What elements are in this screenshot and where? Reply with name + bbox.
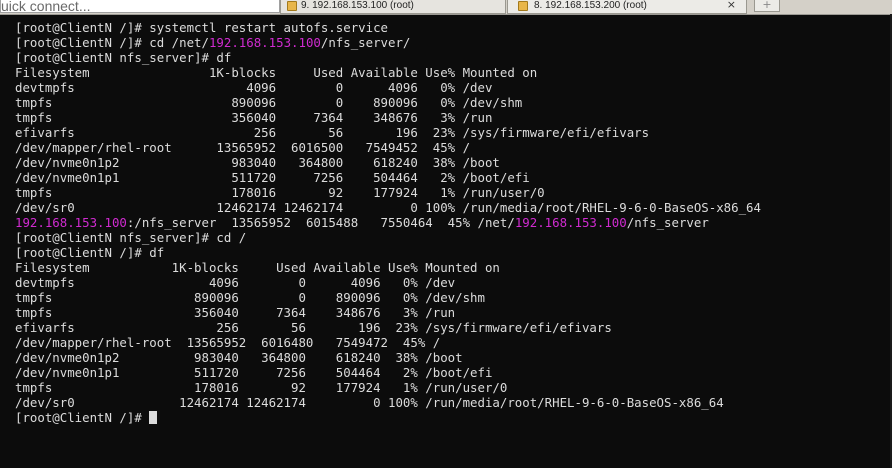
- terminal-text: tmpfs 178016 92 177924 1% /run/user/0: [15, 185, 545, 200]
- terminal-text: [root@ClientN nfs_server]# cd /: [15, 230, 247, 245]
- terminal-text: /dev/nvme0n1p2 983040 364800 618240 38% …: [15, 350, 463, 365]
- terminal-line: [root@ClientN nfs_server]# df: [15, 50, 885, 65]
- terminal-text: /dev/nvme0n1p1 511720 7256 504464 2% /bo…: [15, 170, 530, 185]
- terminal-text: devtmpfs 4096 0 4096 0% /dev: [15, 80, 493, 95]
- terminal-line: /dev/nvme0n1p1 511720 7256 504464 2% /bo…: [15, 170, 885, 185]
- close-icon[interactable]: ×: [727, 0, 736, 10]
- tab-session-8[interactable]: 8. 192.168.153.200 (root) ×: [507, 0, 747, 14]
- ip-address-highlight: 192.168.153.100: [514, 215, 627, 230]
- terminal-text: devtmpfs 4096 0 4096 0% /dev: [15, 275, 456, 290]
- terminal-line: [root@ClientN /]#: [15, 410, 885, 425]
- terminal-line: tmpfs 178016 92 177924 1% /run/user/0: [15, 380, 885, 395]
- lock-icon: [287, 1, 297, 11]
- terminal-text: [root@ClientN /]#: [15, 410, 142, 425]
- terminal-line: /dev/nvme0n1p2 983040 364800 618240 38% …: [15, 155, 885, 170]
- terminal-line: [root@ClientN /]# df: [15, 245, 885, 260]
- terminal-text: /dev/nvme0n1p1 511720 7256 504464 2% /bo…: [15, 365, 493, 380]
- terminal-line: tmpfs 890096 0 890096 0% /dev/shm: [15, 95, 885, 110]
- terminal-line: Filesystem 1K-blocks Used Available Use%…: [15, 65, 885, 80]
- terminal-text: /dev/mapper/rhel-root 13565952 6016480 7…: [15, 335, 441, 350]
- tab-session-9[interactable]: 9. 192.168.153.100 (root): [280, 0, 506, 14]
- ssh-client-window: uick connect... 9. 192.168.153.100 (root…: [0, 0, 892, 468]
- terminal-text: /nfs_server: [626, 215, 709, 230]
- terminal-line: [root@ClientN /]# cd /net/192.168.153.10…: [15, 35, 885, 50]
- ip-address-highlight: 192.168.153.100: [208, 35, 321, 50]
- lock-icon: [518, 1, 528, 11]
- terminal-line: Filesystem 1K-blocks Used Available Use%…: [15, 260, 885, 275]
- terminal-line: /dev/nvme0n1p1 511720 7256 504464 2% /bo…: [15, 365, 885, 380]
- terminal-line: tmpfs 356040 7364 348676 3% /run: [15, 110, 885, 125]
- terminal-line: [root@ClientN /]# systemctl restart auto…: [15, 20, 885, 35]
- terminal-text: tmpfs 356040 7364 348676 3% /run: [15, 110, 493, 125]
- terminal-line: /dev/mapper/rhel-root 13565952 6016500 7…: [15, 140, 885, 155]
- terminal-line: devtmpfs 4096 0 4096 0% /dev: [15, 80, 885, 95]
- quick-connect-input[interactable]: uick connect...: [0, 0, 280, 13]
- terminal-text: /dev/sr0 12462174 12462174 0 100% /run/m…: [15, 200, 761, 215]
- terminal-text: tmpfs 890096 0 890096 0% /dev/shm: [15, 290, 485, 305]
- terminal-text: /dev/nvme0n1p2 983040 364800 618240 38% …: [15, 155, 500, 170]
- terminal-text: Filesystem 1K-blocks Used Available Use%…: [15, 65, 538, 80]
- terminal-text: tmpfs 356040 7364 348676 3% /run: [15, 305, 456, 320]
- terminal-text: efivarfs 256 56 196 23% /sys/firmware/ef…: [15, 125, 650, 140]
- tab-bar: uick connect... 9. 192.168.153.100 (root…: [0, 0, 892, 15]
- terminal-line: /dev/mapper/rhel-root 13565952 6016480 7…: [15, 335, 885, 350]
- terminal-text: efivarfs 256 56 196 23% /sys/firmware/ef…: [15, 320, 612, 335]
- terminal-text: tmpfs 890096 0 890096 0% /dev/shm: [15, 95, 523, 110]
- tab-label: 9. 192.168.153.100 (root): [301, 0, 414, 11]
- terminal-text: /nfs_server/: [320, 35, 411, 50]
- terminal-line: efivarfs 256 56 196 23% /sys/firmware/ef…: [15, 125, 885, 140]
- tab-label: 8. 192.168.153.200 (root): [534, 0, 647, 11]
- terminal-line: devtmpfs 4096 0 4096 0% /dev: [15, 275, 885, 290]
- terminal-line: /dev/sr0 12462174 12462174 0 100% /run/m…: [15, 200, 885, 215]
- terminal-text: [root@ClientN nfs_server]# df: [15, 50, 232, 65]
- terminal-text: [root@ClientN /]# df: [15, 245, 165, 260]
- terminal-line: 192.168.153.100:/nfs_server 13565952 601…: [15, 215, 885, 230]
- text-cursor: [148, 411, 157, 424]
- ip-address-highlight: 192.168.153.100: [15, 215, 127, 230]
- terminal-text: tmpfs 178016 92 177924 1% /run/user/0: [15, 380, 508, 395]
- terminal-line: efivarfs 256 56 196 23% /sys/firmware/ef…: [15, 320, 885, 335]
- terminal-line: /dev/nvme0n1p2 983040 364800 618240 38% …: [15, 350, 885, 365]
- terminal-text: /dev/mapper/rhel-root 13565952 6016500 7…: [15, 140, 471, 155]
- terminal-line: tmpfs 178016 92 177924 1% /run/user/0: [15, 185, 885, 200]
- terminal-output[interactable]: [root@ClientN /]# systemctl restart auto…: [15, 20, 885, 460]
- terminal-line: /dev/sr0 12462174 12462174 0 100% /run/m…: [15, 395, 885, 410]
- terminal-text: :/nfs_server 13565952 6015488 7550464 45…: [126, 215, 515, 230]
- terminal-line: tmpfs 890096 0 890096 0% /dev/shm: [15, 290, 885, 305]
- terminal-line: [root@ClientN nfs_server]# cd /: [15, 230, 885, 245]
- new-tab-button[interactable]: +: [754, 0, 780, 12]
- terminal-text: [root@ClientN /]# cd /net/: [15, 35, 209, 50]
- terminal-line: tmpfs 356040 7364 348676 3% /run: [15, 305, 885, 320]
- terminal-text: /dev/sr0 12462174 12462174 0 100% /run/m…: [15, 395, 724, 410]
- terminal-text: Filesystem 1K-blocks Used Available Use%…: [15, 260, 500, 275]
- terminal-text: [root@ClientN /]# systemctl restart auto…: [15, 20, 388, 35]
